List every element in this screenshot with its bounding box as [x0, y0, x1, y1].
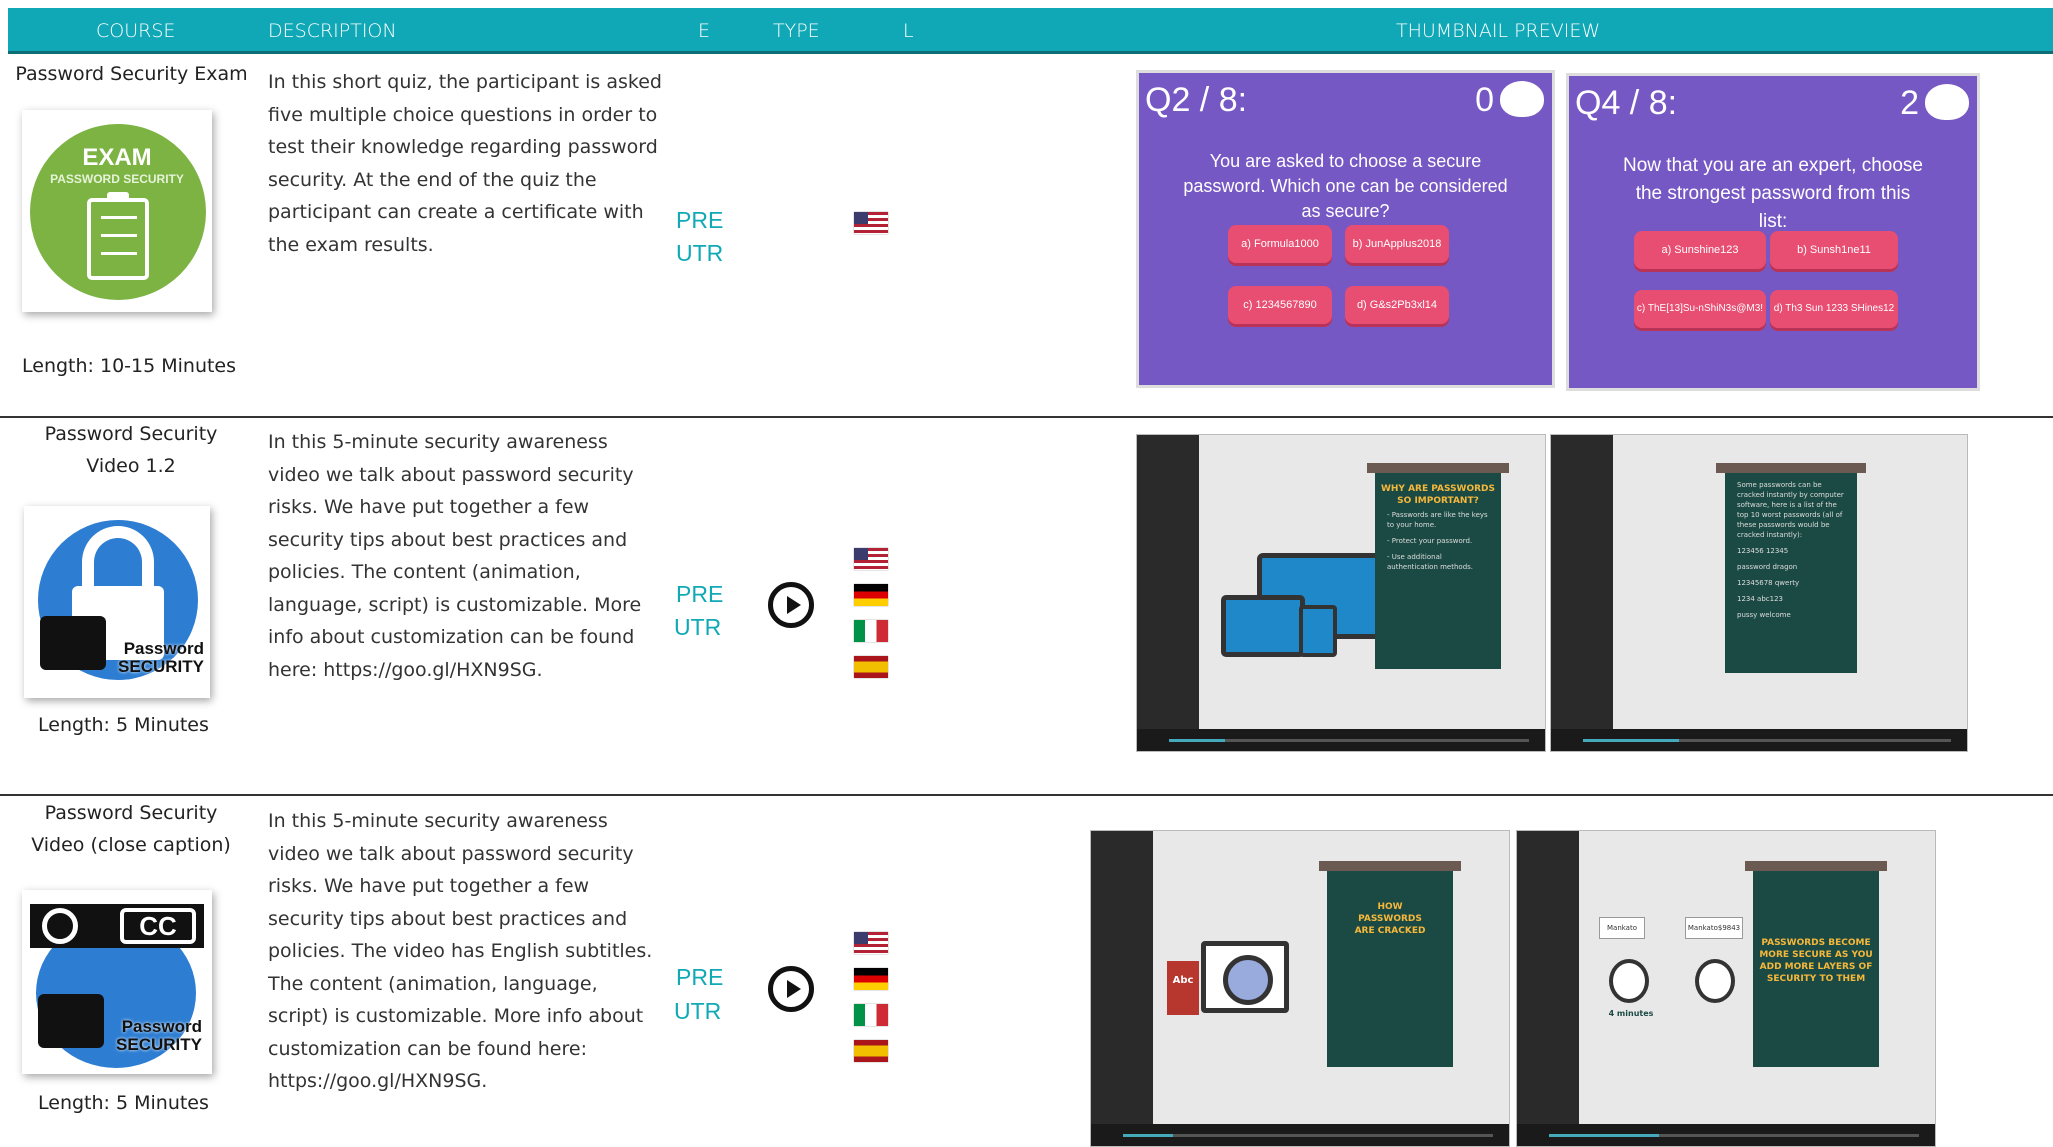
answer-a: a) Sunshine123: [1634, 231, 1766, 269]
video-board: PASSWORDS BECOME MORE SECURE AS YOU ADD …: [1753, 871, 1879, 1067]
table-header: COURSE DESCRIPTION E TYPE L THUMBNAIL PR…: [8, 8, 2053, 54]
quiz-thumbnail: Q4 / 8: 2 Now that you are an expert, ch…: [1566, 73, 1980, 391]
board-line: 12345678 qwerty: [1737, 579, 1800, 587]
answer-b: b) Sunsh1ne11: [1770, 231, 1898, 269]
course-length: Length: 10-15 Minutes: [22, 355, 237, 377]
magnifier-icon: [1223, 955, 1273, 1005]
video-board: WHY ARE PASSWORDS SO IMPORTANT? - Passwo…: [1375, 473, 1501, 669]
flag-es-icon: [854, 1040, 888, 1062]
header-type: TYPE: [773, 20, 820, 42]
board-line: - Use additional authentication methods.: [1387, 553, 1474, 571]
badge-subtitle: PASSWORD SECURITY: [50, 172, 184, 186]
answer-d: d) Th3 Sun 1233 SHines12: [1770, 290, 1898, 328]
course-description: In this 5-minute security awareness vide…: [268, 431, 642, 681]
quiz-question: You are asked to choose a secure passwor…: [1183, 151, 1508, 221]
quiz-thumbnail: Q2 / 8: 0 You are asked to choose a secu…: [1136, 70, 1555, 388]
utr-tag: UTR: [674, 614, 722, 640]
board-title: WHY ARE PASSWORDS SO IMPORTANT?: [1380, 484, 1496, 506]
answer-c: c) ThE[13]Su-nShiN3s@M3!: [1634, 290, 1766, 328]
header-course: COURSE: [96, 20, 176, 42]
quiz-question: Now that you are an expert, choose the s…: [1623, 155, 1923, 232]
password-tag: Mankato$9843: [1685, 917, 1743, 939]
pre-tag: PRE: [676, 207, 724, 233]
video-progress[interactable]: [1137, 729, 1545, 751]
video-thumbnail: Mankato Mankato$9843 4 minutes PASSWORDS…: [1516, 830, 1936, 1147]
play-icon[interactable]: [768, 966, 814, 1012]
question-number: Q4 / 8:: [1575, 84, 1678, 122]
flag-de-icon: [854, 968, 888, 990]
password-security-logo: Password SECURITY: [24, 506, 210, 698]
board-title: HOW PASSWORDS ARE CRACKED: [1354, 902, 1426, 936]
cc-icon: CC: [120, 908, 196, 944]
brain-icon: [1500, 81, 1544, 117]
video-thumbnail: Some passwords can be cracked instantly …: [1550, 434, 1968, 752]
header-description: DESCRIPTION: [268, 20, 397, 42]
hearing-icon: [42, 908, 78, 944]
board-line: - Passwords are like the keys to your ho…: [1387, 511, 1488, 529]
board-line: 1234 abc123: [1737, 595, 1783, 603]
utr-tag: UTR: [674, 998, 722, 1024]
video-progress[interactable]: [1091, 1124, 1509, 1146]
board-title: PASSWORDS BECOME MORE SECURE AS YOU ADD …: [1759, 938, 1873, 984]
pre-tag: PRE: [676, 581, 724, 607]
course-name: Password Security Exam: [15, 63, 248, 85]
answer-a: a) Formula1000: [1228, 225, 1332, 263]
flag-de-icon: [854, 584, 888, 606]
book-icon: Abc: [1167, 961, 1199, 1015]
video-board: HOW PASSWORDS ARE CRACKED: [1327, 871, 1453, 1067]
logo-text: Password SECURITY: [118, 639, 204, 676]
brain-icon: [1925, 84, 1969, 120]
row-divider: [0, 794, 2053, 796]
time-label: 4 minutes: [1608, 1009, 1654, 1018]
flag-us-icon: [854, 212, 888, 234]
video-thumbnail: WHY ARE PASSWORDS SO IMPORTANT? - Passwo…: [1136, 434, 1546, 752]
video-progress[interactable]: [1517, 1124, 1935, 1146]
course-description: In this short quiz, the participant is a…: [268, 71, 662, 256]
clipboard-icon: [87, 192, 149, 280]
course-length: Length: 5 Minutes: [38, 714, 209, 736]
question-number: Q2 / 8:: [1145, 81, 1248, 119]
row-divider: [0, 416, 2053, 418]
board-line: - Protect your password.: [1387, 537, 1473, 545]
badge-title: EXAM: [82, 144, 152, 171]
course-length: Length: 5 Minutes: [38, 1092, 209, 1114]
answer-d: d) G&s2Pb3xl14: [1345, 286, 1449, 324]
utr-tag: UTR: [676, 240, 724, 266]
pre-tag: PRE: [676, 964, 724, 990]
flag-it-icon: [854, 620, 888, 642]
flag-us-icon: [854, 548, 888, 570]
exam-badge: EXAM PASSWORD SECURITY: [22, 110, 212, 312]
course-name: Password Security Video (close caption): [31, 802, 231, 856]
password-security-cc-logo: CC Password SECURITY: [22, 890, 212, 1074]
board-line: Some passwords can be cracked instantly …: [1737, 481, 1844, 539]
flag-us-icon: [854, 932, 888, 954]
password-tag: Mankato: [1599, 917, 1645, 939]
board-line: pussy welcome: [1737, 611, 1791, 619]
board-line: password dragon: [1737, 563, 1798, 571]
video-progress[interactable]: [1551, 729, 1967, 751]
flag-it-icon: [854, 1004, 888, 1026]
clock-icon: [1695, 959, 1735, 1003]
flag-es-icon: [854, 656, 888, 678]
header-thumbnail: THUMBNAIL PREVIEW: [1396, 20, 1601, 42]
video-board: Some passwords can be cracked instantly …: [1725, 473, 1857, 673]
board-line: 123456 12345: [1737, 547, 1789, 555]
video-thumbnail: Abc HOW PASSWORDS ARE CRACKED: [1090, 830, 1510, 1147]
header-l: L: [903, 20, 914, 42]
answer-b: b) JunApplus2018: [1345, 225, 1449, 263]
play-icon[interactable]: [768, 582, 814, 628]
quiz-score: 0: [1475, 81, 1494, 119]
answer-c: c) 1234567890: [1228, 286, 1332, 324]
clock-icon: [1609, 959, 1649, 1003]
logo-text: Password SECURITY: [116, 1017, 202, 1054]
course-name: Password Security Video 1.2: [44, 423, 218, 477]
course-description: In this 5-minute security awareness vide…: [268, 810, 653, 1092]
quiz-score: 2: [1900, 84, 1919, 122]
header-e: E: [698, 20, 711, 42]
